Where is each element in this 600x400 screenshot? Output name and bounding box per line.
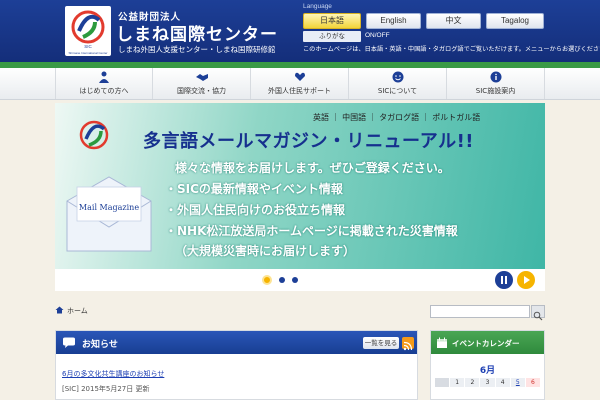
furigana-toggle-button[interactable]: ふりがな	[303, 31, 361, 42]
banner-title: 多言語メールマガジン・リニューアル!!	[143, 131, 475, 152]
calendar-panel-header: イベントカレンダー	[431, 331, 544, 354]
calendar-day	[435, 378, 450, 387]
home-icon	[55, 306, 64, 314]
nav-item-label: SICについて	[377, 87, 418, 95]
nav-item-resident-support[interactable]: 外国人住民サポート	[251, 68, 349, 99]
nav-item-exchange[interactable]: 国際交流・協力	[153, 68, 251, 99]
banner-note: （大規模災害時にお届けします）	[175, 244, 356, 258]
news-panel-title: お知らせ	[82, 340, 118, 350]
banner-languages: 英語 ｜ 中国語 ｜ タガログ語 ｜ ポルトガル語	[313, 113, 481, 122]
sic-banner-logo	[79, 120, 109, 150]
news-list-button[interactable]: 一覧を見る	[363, 337, 399, 349]
handshake-icon	[195, 74, 208, 81]
language-chinese-button[interactable]: 中文	[426, 13, 481, 29]
rss-icon[interactable]	[402, 337, 414, 351]
nav-item-label: はじめての方へ	[79, 87, 129, 95]
logo-caption: Shimane International Center	[68, 51, 107, 55]
news-panel: お知らせ 一覧を見る 6月の多文化共生講座のお知らせ [SIC] 2015年5月…	[55, 330, 418, 400]
calendar-day[interactable]: 2	[465, 378, 480, 387]
search-input[interactable]	[430, 305, 530, 318]
nav-item-about-sic[interactable]: SICについて	[349, 68, 447, 99]
slider-controls	[55, 269, 545, 291]
nav-item-first-time[interactable]: はじめての方へ	[55, 68, 153, 99]
language-english-button[interactable]: English	[366, 13, 421, 29]
calendar-panel-title: イベントカレンダー	[452, 339, 520, 348]
calendar-panel: イベントカレンダー 6月 1 2 3 4 5 6	[430, 330, 545, 400]
site-title[interactable]: しまね国際センター	[116, 20, 278, 45]
calendar-grid: 1 2 3 4 5 6	[435, 378, 540, 387]
calendar-day[interactable]: 4	[495, 378, 510, 387]
play-icon	[524, 276, 530, 284]
mail-envelope-icon: Mail Magazine	[66, 176, 152, 252]
heart-hands-icon	[294, 72, 305, 81]
person-icon	[99, 71, 109, 83]
language-tagalog-button[interactable]: Tagalog	[486, 13, 544, 29]
calendar-day[interactable]: 1	[450, 378, 465, 387]
banner-bullet: ・SICの最新情報やイベント情報	[165, 182, 343, 196]
breadcrumb-home[interactable]: ホーム	[67, 307, 88, 315]
speech-bubble-icon	[63, 337, 75, 348]
slide-dot[interactable]	[292, 277, 298, 283]
news-item-meta: [SIC] 2015年5月27日 更新	[62, 385, 150, 393]
search-button[interactable]	[531, 305, 545, 321]
slide-dot-active[interactable]	[262, 275, 272, 285]
banner-lead: 様々な情報をお届けします。ぜひご登録ください。	[175, 161, 450, 175]
calendar-month: 6月	[479, 366, 496, 376]
nav-item-label: 外国人住民サポート	[268, 87, 331, 95]
breadcrumb: ホーム	[55, 306, 88, 316]
slider-play-button[interactable]	[517, 271, 535, 289]
slide-dot[interactable]	[279, 277, 285, 283]
main-nav: はじめての方へ 国際交流・協力 外国人住民サポート SICについて SIC施設案…	[0, 68, 600, 100]
logo-text: SIC	[84, 44, 92, 49]
header-notice: このホームページは、日本語・英語・中国語・タガログ語でご覧いただけます。メニュー…	[303, 46, 600, 53]
furigana-toggle-state: ON/OFF	[365, 32, 390, 39]
smile-icon	[392, 71, 403, 83]
calendar-day-event[interactable]: 5	[510, 378, 525, 387]
nav-item-label: SIC施設案内	[475, 87, 516, 95]
site-subtitle: しまね外国人支援センター・しまね国際研修館	[118, 45, 276, 54]
language-label: Language	[303, 3, 332, 10]
banner-bullet: ・外国人住民向けのお役立ち情報	[165, 203, 346, 217]
news-panel-header: お知らせ 一覧を見る	[56, 331, 417, 354]
banner-bullet: ・NHK松江放送局ホームページに掲載された災害情報	[165, 224, 458, 238]
pause-icon	[501, 276, 507, 284]
news-item-link[interactable]: 6月の多文化共生講座のお知らせ	[62, 369, 164, 379]
calendar-day-highlight[interactable]: 6	[525, 378, 540, 387]
nav-item-facilities[interactable]: SIC施設案内	[447, 68, 545, 99]
envelope-label: Mail Magazine	[79, 203, 139, 212]
site-header: SIC Shimane International Center 公益財団法人 …	[0, 0, 600, 62]
calendar-icon	[437, 337, 447, 348]
language-japanese-button[interactable]: 日本語	[303, 13, 361, 29]
slider-pause-button[interactable]	[495, 271, 513, 289]
calendar-day[interactable]: 3	[480, 378, 495, 387]
sic-logo[interactable]: SIC Shimane International Center	[65, 6, 111, 56]
search-icon	[533, 311, 543, 321]
hero-banner[interactable]: 英語 ｜ 中国語 ｜ タガログ語 ｜ ポルトガル語 多言語メールマガジン・リニュ…	[55, 103, 545, 269]
info-icon	[490, 71, 501, 83]
nav-item-label: 国際交流・協力	[177, 87, 226, 95]
